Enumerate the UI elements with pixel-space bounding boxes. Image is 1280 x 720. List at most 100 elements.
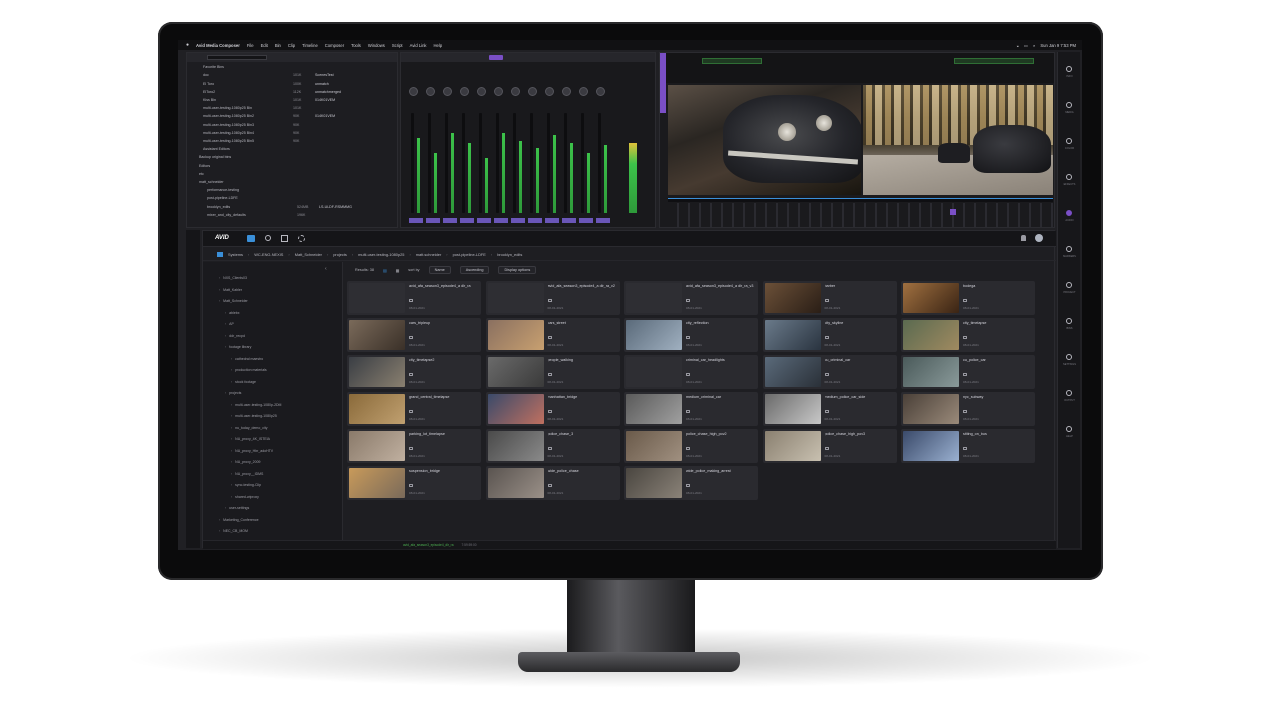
breadcrumb-item[interactable]: projects (333, 252, 347, 257)
breadcrumb-item[interactable]: Matt_Schneider (295, 252, 322, 257)
bin-list-row[interactable]: multi-user-testing-1080p25 Bin4 90K (203, 130, 315, 136)
breadcrumb-item[interactable]: brooklyn_edits (497, 252, 522, 257)
menu-item-bin[interactable]: Bin (275, 43, 281, 48)
clip-card[interactable]: sitting_on_bus 08-01-2021 (901, 429, 1035, 463)
bin-list-row[interactable]: etc (199, 171, 311, 177)
tree-item[interactable]: › sync-testing-Clip (231, 481, 261, 489)
volume-fader[interactable] (581, 113, 584, 213)
tool-icon-effects[interactable] (1066, 174, 1072, 180)
tree-item[interactable]: › production materials (231, 366, 267, 374)
menu-item-composer[interactable]: Composer (325, 43, 344, 48)
pan-knob[interactable] (494, 87, 503, 96)
chevron-right-icon[interactable]: › (231, 380, 232, 384)
battery-icon[interactable]: ▭ (1024, 43, 1028, 48)
breadcrumb-item[interactable]: post-pipeline-LDFE (453, 252, 486, 257)
clip-card[interactable]: city_timelapse2 08-01-2021 (347, 355, 481, 389)
tree-item[interactable]: › NU_proxy_2009 (231, 458, 260, 466)
clip-card[interactable]: cars_street 08-01-2021 (485, 318, 620, 352)
tree-item[interactable]: › projects (225, 389, 241, 397)
clip-card[interactable]: cars_tripleup 08-01-2021 (347, 318, 481, 352)
clip-card[interactable]: avid_afa_season3_episode4_a dlr_ra_v2 08-… (485, 281, 620, 315)
clip-thumbnail[interactable] (764, 320, 821, 350)
chevron-right-icon[interactable]: › (219, 518, 220, 522)
clip-card[interactable]: medium_criminal_car 08-01-2021 (624, 392, 758, 426)
volume-fader[interactable] (462, 113, 465, 213)
menu-item-clip[interactable]: Clip (288, 43, 295, 48)
clip-thumbnail[interactable] (626, 431, 682, 461)
tree-item[interactable]: › NEC_CB_MOM (219, 527, 248, 535)
grid-view-icon[interactable]: ▦ (396, 268, 400, 273)
clip-card[interactable]: criminal_car_headlights 08-01-2021 (624, 355, 758, 389)
bin-list-row[interactable]: ElToro2 112K unmatchmerged (203, 89, 341, 95)
tree-item[interactable]: › stock footage (231, 378, 256, 386)
clip-thumbnail[interactable] (626, 357, 682, 387)
chevron-right-icon[interactable]: › (225, 391, 226, 395)
clip-thumbnail[interactable] (764, 283, 821, 313)
settings-icon[interactable] (298, 235, 305, 242)
clip-thumbnail[interactable] (903, 320, 959, 350)
clip-card[interactable]: city_reflection 08-01-2021 (624, 318, 758, 352)
clip-card[interactable]: medium_police_car_side 08-01-2021 (762, 392, 897, 426)
pan-knob[interactable] (460, 87, 469, 96)
clip-card[interactable]: avid_afa_season3_episode4_a dlr_ra 08-01-… (347, 281, 481, 315)
clip-card[interactable]: city_timelapse 08-01-2021 (901, 318, 1035, 352)
chevron-right-icon[interactable]: › (225, 334, 226, 338)
clip-thumbnail[interactable] (487, 320, 544, 350)
clip-thumbnail[interactable] (349, 394, 405, 424)
chevron-right-icon[interactable]: › (219, 299, 220, 303)
clip-thumbnail[interactable] (764, 394, 821, 424)
tree-item[interactable]: › NXS_Clients03 (219, 274, 247, 282)
tree-item[interactable]: › AP (225, 320, 234, 328)
volume-fader[interactable] (530, 113, 533, 213)
menu-item-script[interactable]: Script (392, 43, 403, 48)
volume-fader[interactable] (428, 113, 431, 213)
clip-card[interactable]: wide_police_making_arrest 08-01-2021 (624, 466, 758, 500)
volume-fader[interactable] (496, 113, 499, 213)
pan-knob[interactable] (443, 87, 452, 96)
chevron-right-icon[interactable]: › (231, 368, 232, 372)
bin-list-row[interactable]: Backup original bins (199, 154, 311, 160)
tree-item[interactable]: › ablebx (225, 309, 240, 317)
volume-fader[interactable] (547, 113, 550, 213)
clip-thumbnail[interactable] (349, 320, 405, 350)
pan-knob[interactable] (528, 87, 537, 96)
clip-thumbnail[interactable] (626, 468, 682, 498)
chevron-right-icon[interactable]: › (225, 345, 226, 349)
clip-thumbnail[interactable] (903, 357, 959, 387)
display-options-button[interactable]: Display options (498, 266, 537, 274)
tool-icon-audio[interactable] (1066, 210, 1072, 216)
chevron-right-icon[interactable]: › (231, 472, 232, 476)
clip-card[interactable]: barber 08-01-2021 (762, 281, 897, 315)
breadcrumb-item[interactable]: multi-user-testing-1080p25 (358, 252, 404, 257)
clip-card[interactable]: grand_central_timelapse 08-01-2021 (347, 392, 481, 426)
clip-card[interactable]: wide_police_chase 08-01-2021 (485, 466, 620, 500)
tree-item[interactable]: › footage library (225, 343, 251, 351)
volume-fader[interactable] (513, 113, 516, 213)
pan-knob[interactable] (511, 87, 520, 96)
chevron-right-icon[interactable]: › (225, 311, 226, 315)
clip-thumbnail[interactable] (626, 320, 682, 350)
bin-list-row[interactable]: El Toro 100K unmatch (203, 80, 329, 86)
clip-card[interactable]: parking_lot_timelapse 08-01-2021 (347, 429, 481, 463)
clip-card[interactable]: people_walking 08-01-2021 (485, 355, 620, 389)
tree-item[interactable]: › NU_proxy_Hbr_adoHTV (231, 447, 273, 455)
chevron-right-icon[interactable]: › (219, 276, 220, 280)
tree-item[interactable]: › ddr_recpd (225, 332, 245, 340)
tree-item[interactable]: › user-settings (225, 504, 249, 512)
clip-thumbnail[interactable] (487, 357, 544, 387)
volume-fader[interactable] (445, 113, 448, 213)
pan-knob[interactable] (409, 87, 418, 96)
chevron-right-icon[interactable]: › (225, 506, 226, 510)
clip-thumbnail[interactable] (903, 394, 959, 424)
menu-item-windows[interactable]: Windows (368, 43, 385, 48)
user-avatar[interactable] (1035, 234, 1043, 242)
clip-thumbnail[interactable] (764, 431, 821, 461)
record-monitor-frame[interactable] (863, 85, 1053, 195)
tree-item[interactable]: › multi-user-testing-1080p25 (231, 412, 277, 420)
pan-knob[interactable] (477, 87, 486, 96)
menu-item-file[interactable]: File (247, 43, 254, 48)
bin-list-row[interactable]: post-pipeline-LDFE (207, 195, 319, 201)
bin-list-row[interactable]: Editors (199, 162, 311, 168)
breadcrumb-item[interactable]: WC-ENG-NEXIS (254, 252, 283, 257)
bin-list-row[interactable]: multi-user-testing-1080p25 Bin5 90K (203, 138, 315, 144)
